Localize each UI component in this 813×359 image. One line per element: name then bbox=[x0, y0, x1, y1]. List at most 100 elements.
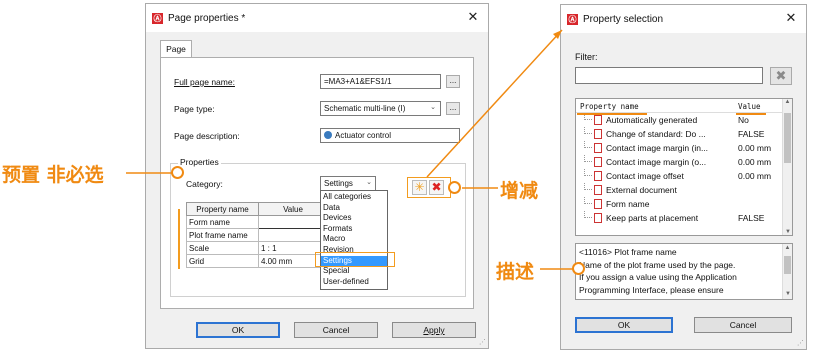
list-item[interactable]: External document bbox=[576, 183, 792, 197]
list-item[interactable]: Contact image margin (in... 0.00 mm bbox=[576, 141, 792, 155]
description-marker-icon bbox=[572, 262, 585, 275]
table-row[interactable]: Plot frame name bbox=[186, 228, 328, 242]
property-value: No bbox=[738, 115, 749, 125]
filter-label: Filter: bbox=[575, 52, 598, 62]
category-value: Settings bbox=[324, 179, 353, 188]
column-header-value[interactable]: Value bbox=[258, 202, 328, 216]
app-icon: Ⓐ bbox=[152, 12, 163, 24]
property-value: FALSE bbox=[738, 129, 765, 139]
property-name: Form name bbox=[606, 199, 650, 209]
category-select[interactable]: Settings ⌄ bbox=[320, 176, 376, 191]
category-option[interactable]: Formats bbox=[321, 224, 387, 235]
property-value: 0.00 mm bbox=[738, 171, 772, 181]
close-icon[interactable]: ✕ bbox=[464, 9, 482, 25]
scroll-down-icon[interactable]: ▼ bbox=[783, 229, 792, 235]
document-icon bbox=[594, 199, 602, 209]
preset-marker-icon bbox=[171, 166, 184, 179]
tree-line bbox=[584, 197, 592, 204]
close-icon[interactable]: ✕ bbox=[782, 10, 800, 26]
column-header-property-name[interactable]: Property name bbox=[186, 202, 259, 216]
table-row[interactable]: Grid 4.00 mm bbox=[186, 254, 328, 268]
ok-button[interactable]: OK bbox=[575, 317, 673, 333]
scroll-up-icon[interactable]: ▲ bbox=[783, 244, 792, 253]
scroll-up-icon[interactable]: ▲ bbox=[783, 99, 792, 105]
value-underline bbox=[736, 113, 766, 115]
globe-icon bbox=[324, 131, 332, 139]
page-type-select[interactable]: Schematic multi-line (I) ⌄ bbox=[320, 101, 441, 116]
property-name: Keep parts at placement bbox=[606, 213, 699, 223]
category-option[interactable]: Devices bbox=[321, 213, 387, 224]
row-value[interactable] bbox=[258, 228, 328, 242]
properties-group-label: Properties bbox=[178, 157, 221, 167]
row-name: Plot frame name bbox=[186, 228, 259, 242]
category-highlight-box bbox=[178, 209, 181, 269]
list-item[interactable]: Form name bbox=[576, 197, 792, 211]
full-page-name-label: Full page name: bbox=[174, 77, 235, 87]
table-row[interactable]: Scale 1 : 1 bbox=[186, 241, 328, 255]
column-header-value[interactable]: Value bbox=[738, 102, 761, 111]
vertical-scrollbar[interactable]: ▲ ▼ bbox=[782, 99, 792, 235]
browse-page-name-button[interactable]: ... bbox=[446, 75, 460, 88]
property-name: Automatically generated bbox=[606, 115, 698, 125]
resize-grip-icon[interactable]: ⋰ bbox=[479, 338, 486, 346]
dialog-title: Page properties * bbox=[168, 12, 246, 24]
table-row[interactable]: Form name bbox=[186, 215, 328, 229]
tab-page[interactable]: Page bbox=[160, 40, 192, 58]
page-description-value: Actuator control bbox=[335, 131, 392, 140]
category-option[interactable]: Macro bbox=[321, 234, 387, 245]
description-line: Programming Interface, please ensure bbox=[579, 284, 724, 295]
list-item[interactable]: Automatically generated No bbox=[576, 113, 792, 127]
row-name: Grid bbox=[186, 254, 259, 268]
ok-button[interactable]: OK bbox=[196, 322, 280, 338]
name-underline bbox=[577, 113, 647, 115]
page-description-field[interactable]: Actuator control bbox=[320, 128, 460, 143]
row-name: Form name bbox=[186, 215, 259, 229]
description-scrollbar[interactable]: ▲ ▼ bbox=[782, 244, 792, 299]
property-name: External document bbox=[606, 185, 677, 195]
scroll-thumb[interactable] bbox=[784, 256, 791, 274]
app-icon: Ⓐ bbox=[567, 13, 578, 25]
description-line: If you assign a value using the Applicat… bbox=[579, 272, 737, 282]
property-table: Property name Value Form name Plot frame… bbox=[186, 202, 328, 268]
tree-line bbox=[584, 169, 592, 176]
title-bar: Ⓐ Page properties * ✕ bbox=[146, 4, 488, 32]
annotation-description: 描述 bbox=[496, 261, 535, 283]
browse-page-type-button[interactable]: ... bbox=[446, 102, 460, 115]
apply-button[interactable]: Apply bbox=[392, 322, 476, 338]
add-remove-highlight-box bbox=[407, 177, 451, 198]
cancel-button[interactable]: Cancel bbox=[294, 322, 378, 338]
scroll-down-icon[interactable]: ▼ bbox=[783, 290, 792, 299]
document-icon bbox=[594, 157, 602, 167]
full-page-name-field[interactable]: =MA3+A1&EFS1/1 bbox=[320, 74, 441, 89]
document-icon bbox=[594, 185, 602, 195]
description-box: <11016> Plot frame name Name of the plot… bbox=[575, 243, 793, 300]
property-value: 0.00 mm bbox=[738, 157, 772, 167]
tree-line bbox=[584, 183, 592, 190]
property-value: FALSE bbox=[738, 213, 765, 223]
cancel-button[interactable]: Cancel bbox=[694, 317, 792, 333]
property-name: Contact image margin (in... bbox=[606, 143, 709, 153]
scroll-thumb[interactable] bbox=[784, 113, 791, 163]
column-header-property-name[interactable]: Property name bbox=[580, 102, 639, 111]
category-option[interactable]: Special bbox=[321, 266, 387, 277]
category-option[interactable]: User-defined bbox=[321, 277, 387, 288]
document-icon bbox=[594, 115, 602, 125]
list-item[interactable]: Change of standard: Do ... FALSE bbox=[576, 127, 792, 141]
list-item[interactable]: Contact image margin (o... 0.00 mm bbox=[576, 155, 792, 169]
category-option[interactable]: Data bbox=[321, 203, 387, 214]
filter-input[interactable] bbox=[575, 67, 763, 84]
list-item[interactable]: Keep parts at placement FALSE bbox=[576, 211, 792, 225]
document-icon bbox=[594, 143, 602, 153]
document-icon bbox=[594, 171, 602, 181]
annotation-preset: 预置 非必选 bbox=[2, 164, 104, 186]
property-name: Contact image margin (o... bbox=[606, 157, 707, 167]
clear-filter-button[interactable]: ✖ bbox=[770, 67, 792, 85]
category-option[interactable]: All categories bbox=[321, 192, 387, 203]
resize-grip-icon[interactable]: ⋰ bbox=[797, 339, 804, 347]
category-label: Category: bbox=[186, 179, 223, 189]
list-item[interactable]: Contact image offset 0.00 mm bbox=[576, 169, 792, 183]
annotation-add-remove: 增减 bbox=[500, 180, 539, 202]
row-value[interactable] bbox=[258, 215, 328, 229]
property-name: Change of standard: Do ... bbox=[606, 129, 706, 139]
chevron-down-icon: ⌄ bbox=[366, 179, 372, 186]
